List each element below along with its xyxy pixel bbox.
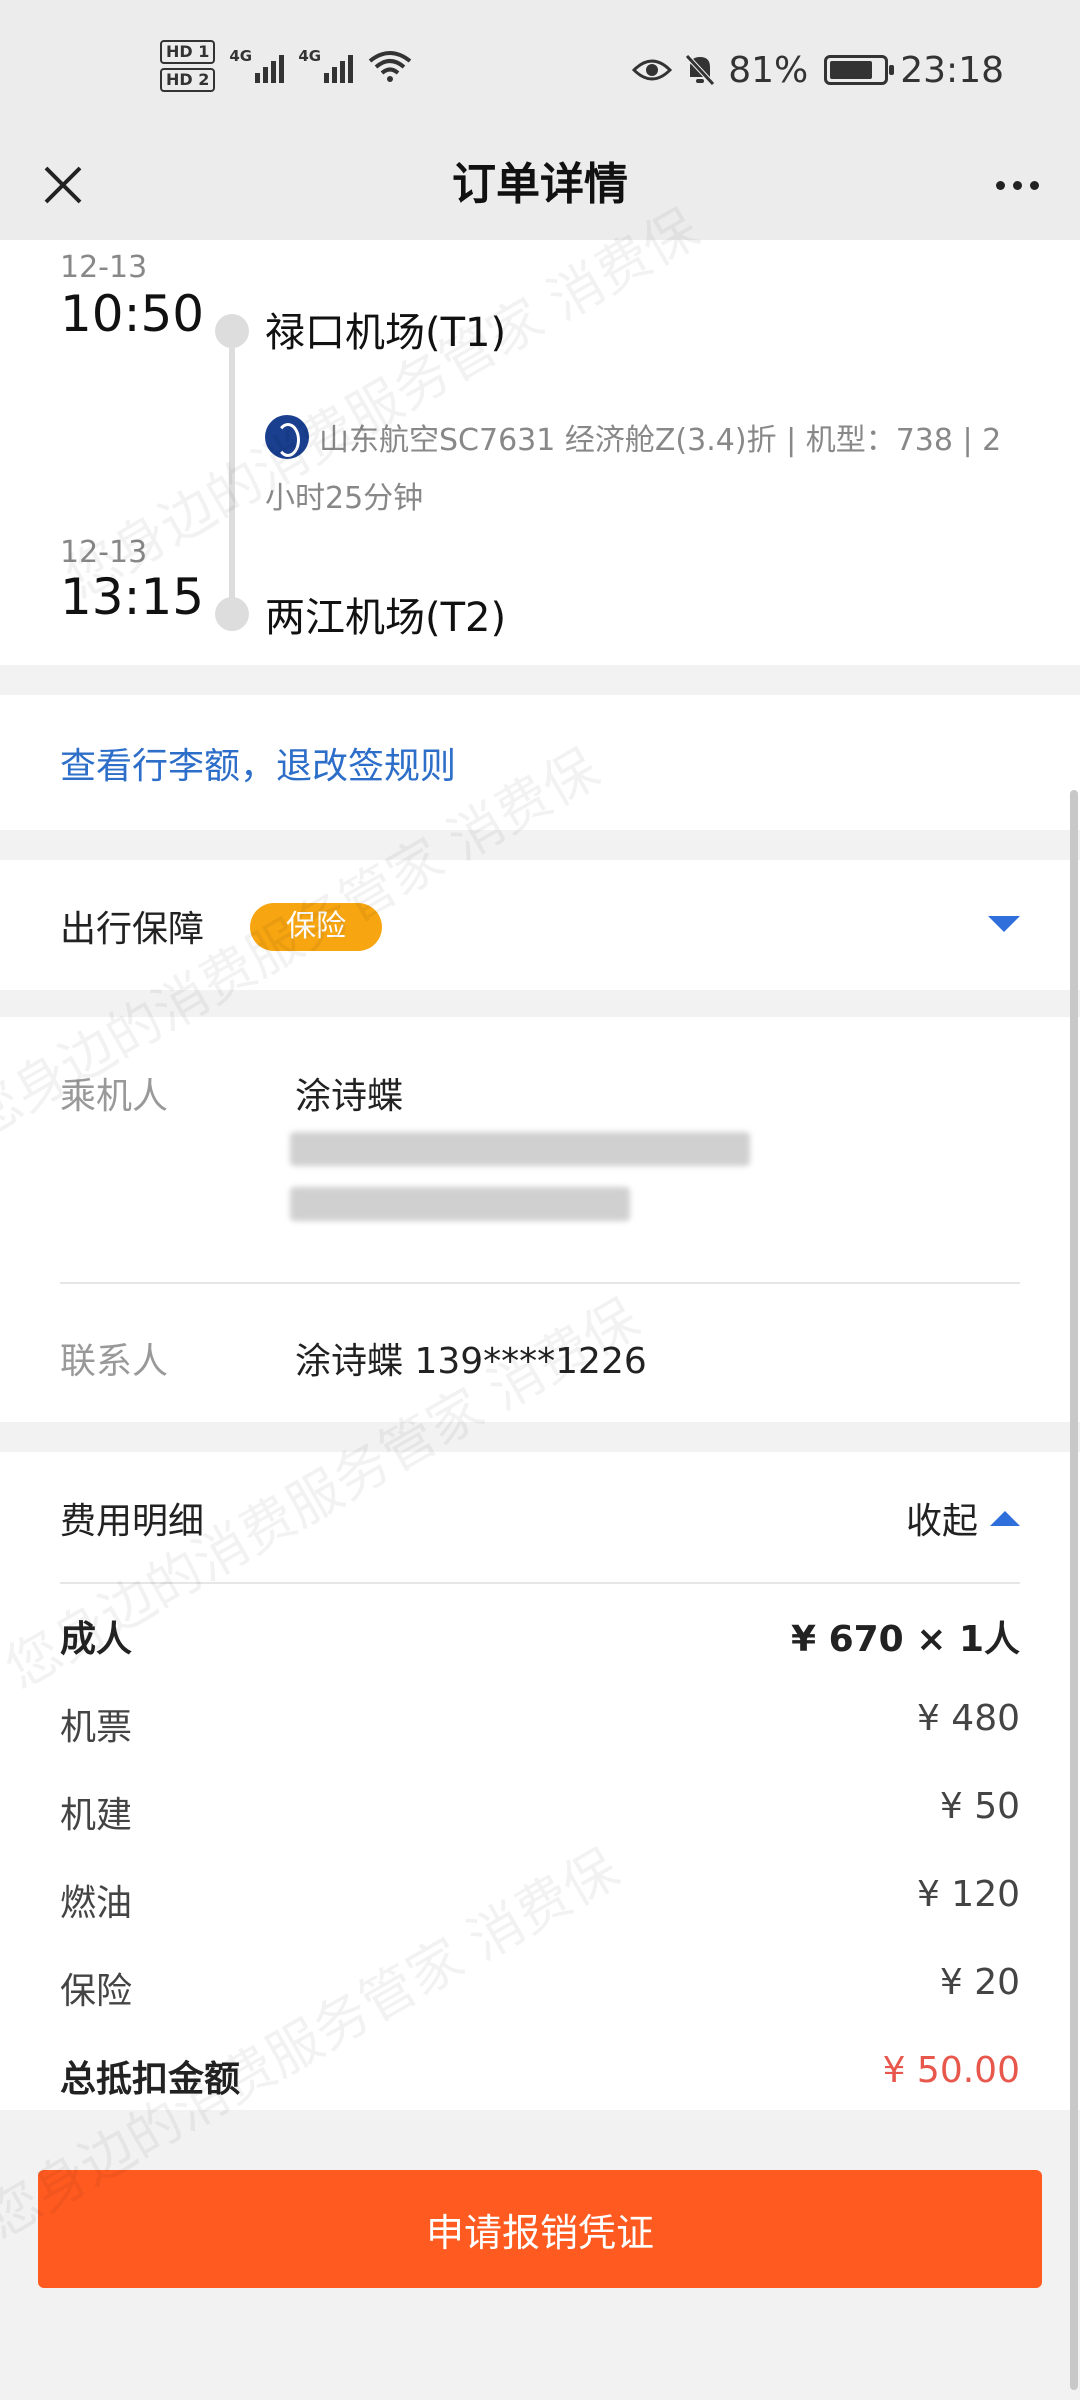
divider: [60, 1282, 1020, 1284]
fee-label: 机票: [60, 1707, 133, 1748]
depart-date: 12-13: [60, 250, 148, 285]
hd1-indicator: HD 1: [160, 40, 216, 64]
bell-muted-icon: [685, 54, 716, 86]
collapse-label: 收起: [905, 1501, 978, 1542]
status-right: 81% 23:18: [632, 40, 1004, 100]
fee-value: ¥ 480: [916, 1698, 1020, 1739]
hd2-indicator: HD 2: [160, 68, 216, 92]
fee-label: 保险: [60, 1971, 133, 2012]
airline-logo-icon: [265, 415, 309, 459]
arrive-dot: [215, 597, 249, 631]
fee-details-card: 费用明细 收起 成人 ¥ 670 × 1人 机票 ¥ 480 机建 ¥ 50 燃…: [0, 1452, 1080, 2110]
depart-airport: 禄口机场(T1): [265, 310, 507, 356]
page-title: 订单详情: [452, 159, 628, 210]
flight-card: 12-13 10:50 禄口机场(T1) 山东航空SC7631 经济舱Z(3.4…: [0, 240, 1080, 665]
scrollbar[interactable]: [1070, 790, 1078, 2390]
insurance-card[interactable]: 出行保障 保险: [0, 860, 1080, 990]
clock: 23:18: [900, 49, 1004, 91]
fee-details-title: 费用明细: [60, 1501, 205, 1542]
depart-time: 10:50: [60, 285, 205, 343]
close-icon: [44, 166, 82, 204]
battery-icon: [824, 55, 895, 85]
apply-receipt-button[interactable]: 申请报销凭证: [38, 2170, 1042, 2288]
passenger-label: 乘机人: [60, 1076, 169, 1117]
status-left: HD 1 HD 2 4G 4G: [160, 36, 413, 96]
insurance-label: 出行保障: [60, 909, 205, 950]
fee-label: 总抵扣金额: [60, 2059, 241, 2100]
fee-row-ticket: 机票 ¥ 480: [60, 1698, 1020, 1750]
fee-label: 燃油: [60, 1883, 133, 1924]
rules-card: 查看行李额，退改签规则: [0, 695, 1080, 830]
flight-info: 山东航空SC7631 经济舱Z(3.4)折 | 机型：738 | 2小时25分钟: [265, 412, 1025, 528]
passenger-name: 涂诗蝶: [295, 1076, 404, 1117]
fee-row-airport-tax: 机建 ¥ 50: [60, 1786, 1020, 1838]
nav-bar: 订单详情: [0, 130, 1080, 240]
baggage-rules-link[interactable]: 查看行李额，退改签规则: [60, 737, 456, 789]
collapse-toggle[interactable]: 收起: [906, 1492, 1020, 1544]
fee-row-insurance: 保险 ¥ 20: [60, 1962, 1020, 2014]
wifi-icon: [369, 51, 412, 82]
contact-label: 联系人: [60, 1341, 169, 1382]
signal-icon-2: 4G: [298, 47, 354, 83]
id-info-redacted: [290, 1187, 630, 1221]
fee-label: 机建: [60, 1795, 133, 1836]
flight-info-text: 山东航空SC7631 经济舱Z(3.4)折 | 机型：738 | 2小时25分钟: [265, 423, 1002, 516]
status-bar: HD 1 HD 2 4G 4G 81% 23:18: [0, 0, 1080, 130]
passenger-card: 乘机人 涂诗蝶 联系人 涂诗蝶 139****1226: [0, 1017, 1080, 1422]
fee-row-fuel: 燃油 ¥ 120: [60, 1874, 1020, 1926]
battery-percent: 81%: [728, 49, 809, 91]
chevron-up-icon: [990, 1510, 1020, 1526]
chevron-down-icon[interactable]: [988, 916, 1020, 932]
fee-value: ¥ 120: [916, 1874, 1020, 1915]
arrive-date: 12-13: [60, 535, 148, 570]
close-button[interactable]: [30, 152, 96, 218]
fee-value: ¥ 50: [939, 1786, 1020, 1827]
fee-row-total: 总抵扣金额 ¥ 50.00: [60, 2050, 1020, 2102]
more-button[interactable]: [984, 152, 1050, 218]
signal-icon: 4G: [229, 47, 285, 83]
route-line: [229, 340, 235, 620]
arrive-airport: 两江机场(T2): [265, 595, 507, 641]
fee-label: 成人: [60, 1619, 133, 1660]
contact-value: 涂诗蝶 139****1226: [295, 1341, 647, 1382]
insurance-badge: 保险: [250, 903, 382, 951]
fee-total-value: ¥ 50.00: [882, 2050, 1020, 2091]
more-icon-dot: [995, 180, 1005, 190]
divider: [60, 1582, 1020, 1584]
arrive-time: 13:15: [60, 568, 205, 626]
fee-value: ¥ 20: [939, 1962, 1020, 2003]
eye-icon: [632, 59, 673, 81]
fee-row-adult: 成人 ¥ 670 × 1人: [60, 1610, 1020, 1662]
fee-value: ¥ 670 × 1人: [790, 1619, 1020, 1660]
id-number-redacted: [290, 1132, 750, 1166]
hd-indicators: HD 1 HD 2: [160, 40, 216, 92]
